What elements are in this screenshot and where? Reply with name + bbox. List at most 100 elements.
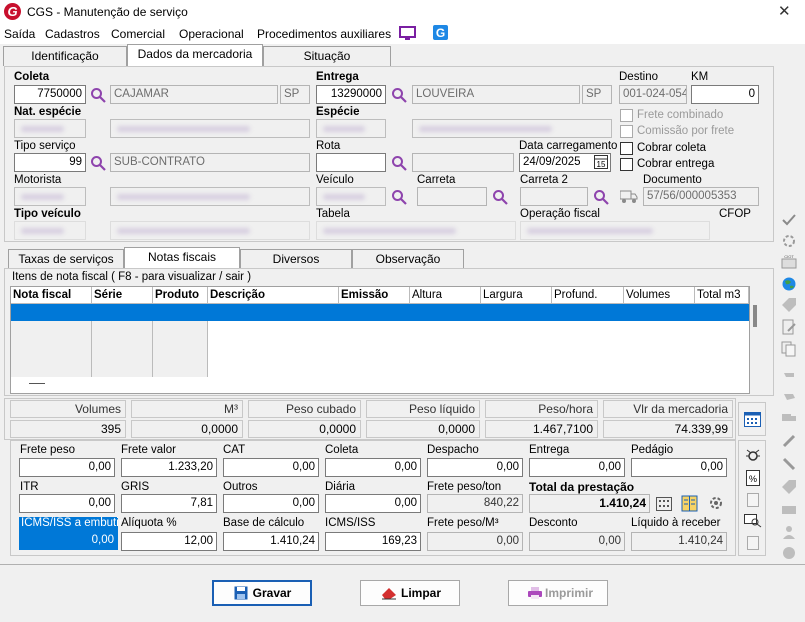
grid-scrollbar[interactable] [753, 305, 757, 327]
aliquota-input[interactable]: 12,00 [121, 532, 217, 551]
copy-icon[interactable] [781, 341, 797, 357]
search-icon[interactable] [90, 155, 106, 171]
table-row[interactable] [11, 304, 749, 321]
gris-input[interactable]: 7,81 [121, 494, 217, 513]
settings-icon[interactable] [708, 495, 725, 512]
icms-embutir-input[interactable]: 0,00 [19, 531, 118, 550]
notes-grid[interactable]: Nota fiscal Série Produto Descrição Emis… [10, 286, 757, 394]
base-calculo-input[interactable]: 1.410,24 [223, 532, 319, 551]
bug-icon[interactable] [745, 447, 761, 463]
truck-icon[interactable] [781, 410, 797, 426]
cat-input[interactable]: 0,00 [223, 458, 319, 477]
col-altura[interactable]: Altura [410, 287, 481, 304]
zoom-window-icon[interactable] [744, 514, 762, 528]
entrega-cep-input[interactable]: 13290000 [316, 85, 386, 104]
menu-saida[interactable]: Saída [4, 27, 35, 41]
cobrar-entrega-checkbox[interactable] [620, 158, 633, 171]
tipo-veiculo-code-field[interactable] [14, 221, 86, 240]
calc-button[interactable] [738, 402, 766, 436]
check-icon[interactable] [781, 212, 797, 228]
tabela-field[interactable] [316, 221, 516, 240]
itr-input[interactable]: 0,00 [19, 494, 115, 513]
settings-icon[interactable] [781, 233, 797, 249]
search-icon[interactable] [391, 189, 407, 205]
search-icon[interactable] [391, 87, 407, 103]
menu-procedimentos[interactable]: Procedimentos auxiliares [257, 27, 391, 41]
percent-doc-icon[interactable]: % [746, 470, 760, 486]
tab-dados-mercadoria[interactable]: Dados da mercadoria [127, 44, 263, 66]
globe-icon[interactable] [781, 276, 797, 292]
money-icon[interactable] [781, 502, 797, 518]
comissao-frete-checkbox[interactable] [620, 125, 633, 138]
tab-taxas-servicos[interactable]: Taxas de serviços [8, 249, 124, 269]
truck-icon[interactable] [620, 189, 638, 204]
col-profund[interactable]: Profund. [552, 287, 624, 304]
wheel-icon[interactable] [781, 545, 797, 561]
frete-peso-input[interactable]: 0,00 [19, 458, 115, 477]
col-largura[interactable]: Largura [481, 287, 552, 304]
tools-icon[interactable] [781, 456, 797, 472]
km-input[interactable]: 0 [691, 85, 759, 104]
nat-especie-code-field[interactable] [14, 119, 86, 138]
calendar-icon[interactable]: 15 [594, 155, 608, 169]
operacao-fiscal-field[interactable] [520, 221, 710, 240]
doc-icon[interactable] [747, 493, 759, 507]
carreta2-input[interactable] [520, 187, 588, 206]
despacho-input[interactable]: 0,00 [427, 458, 523, 477]
entrega-fee-input[interactable]: 0,00 [529, 458, 625, 477]
user-icon[interactable] [781, 524, 797, 540]
tools-icon[interactable] [781, 433, 797, 449]
veiculo-input[interactable] [316, 187, 386, 206]
pedagio-input[interactable]: 0,00 [631, 458, 727, 477]
tab-situacao[interactable]: Situação [263, 46, 391, 66]
freight-tools: % [738, 440, 766, 556]
tab-identificacao[interactable]: Identificação [3, 46, 127, 66]
carreta-input[interactable] [417, 187, 487, 206]
search-icon[interactable] [391, 155, 407, 171]
app-shortcut-icon[interactable]: G [433, 25, 448, 40]
tab-observacao[interactable]: Observação [352, 249, 464, 269]
tipo-servico-input[interactable]: 99 [14, 153, 86, 172]
ciot-icon[interactable]: CIOT [781, 254, 797, 270]
tag-icon[interactable] [781, 297, 797, 313]
tag-icon[interactable] [781, 479, 797, 495]
book-icon[interactable] [681, 495, 699, 512]
col-nota-fiscal[interactable]: Nota fiscal [11, 287, 92, 304]
monitor-icon[interactable] [399, 26, 416, 41]
edit-doc-icon[interactable] [781, 319, 797, 335]
doc-icon[interactable] [747, 536, 759, 550]
menu-comercial[interactable]: Comercial [111, 27, 165, 41]
icms-iss-input[interactable]: 169,23 [325, 532, 421, 551]
especie-code-field[interactable] [316, 119, 386, 138]
search-icon[interactable] [90, 87, 106, 103]
col-serie[interactable]: Série [92, 287, 153, 304]
hand-icon[interactable] [781, 388, 797, 404]
col-total-m3[interactable]: Total m3 [695, 287, 749, 304]
col-descricao[interactable]: Descrição [208, 287, 339, 304]
total-header: Peso cubado [248, 400, 361, 418]
rota-input[interactable] [316, 153, 386, 172]
calculator-icon[interactable] [656, 497, 672, 511]
tab-diversos[interactable]: Diversos [240, 249, 352, 269]
coleta-fee-input[interactable]: 0,00 [325, 458, 421, 477]
hand-icon[interactable] [781, 365, 797, 381]
search-icon[interactable] [593, 189, 609, 205]
col-emissao[interactable]: Emissão [339, 287, 410, 304]
frete-combinado-checkbox[interactable] [620, 109, 633, 122]
cobrar-coleta-checkbox[interactable] [620, 142, 633, 155]
diaria-input[interactable]: 0,00 [325, 494, 421, 513]
close-icon[interactable]: ✕ [778, 2, 791, 20]
print-button[interactable]: Imprimir [508, 580, 608, 606]
coleta-cep-input[interactable]: 7750000 [14, 85, 86, 104]
search-icon[interactable] [492, 189, 508, 205]
tab-notas-fiscais[interactable]: Notas fiscais [124, 247, 240, 269]
clear-button[interactable]: Limpar [360, 580, 460, 606]
outros-input[interactable]: 0,00 [223, 494, 319, 513]
menu-operacional[interactable]: Operacional [179, 27, 244, 41]
save-button[interactable]: Gravar [212, 580, 312, 606]
frete-valor-input[interactable]: 1.233,20 [121, 458, 217, 477]
col-volumes[interactable]: Volumes [624, 287, 695, 304]
col-produto[interactable]: Produto [153, 287, 208, 304]
motorista-code-field[interactable] [14, 187, 86, 206]
menu-cadastros[interactable]: Cadastros [45, 27, 100, 41]
